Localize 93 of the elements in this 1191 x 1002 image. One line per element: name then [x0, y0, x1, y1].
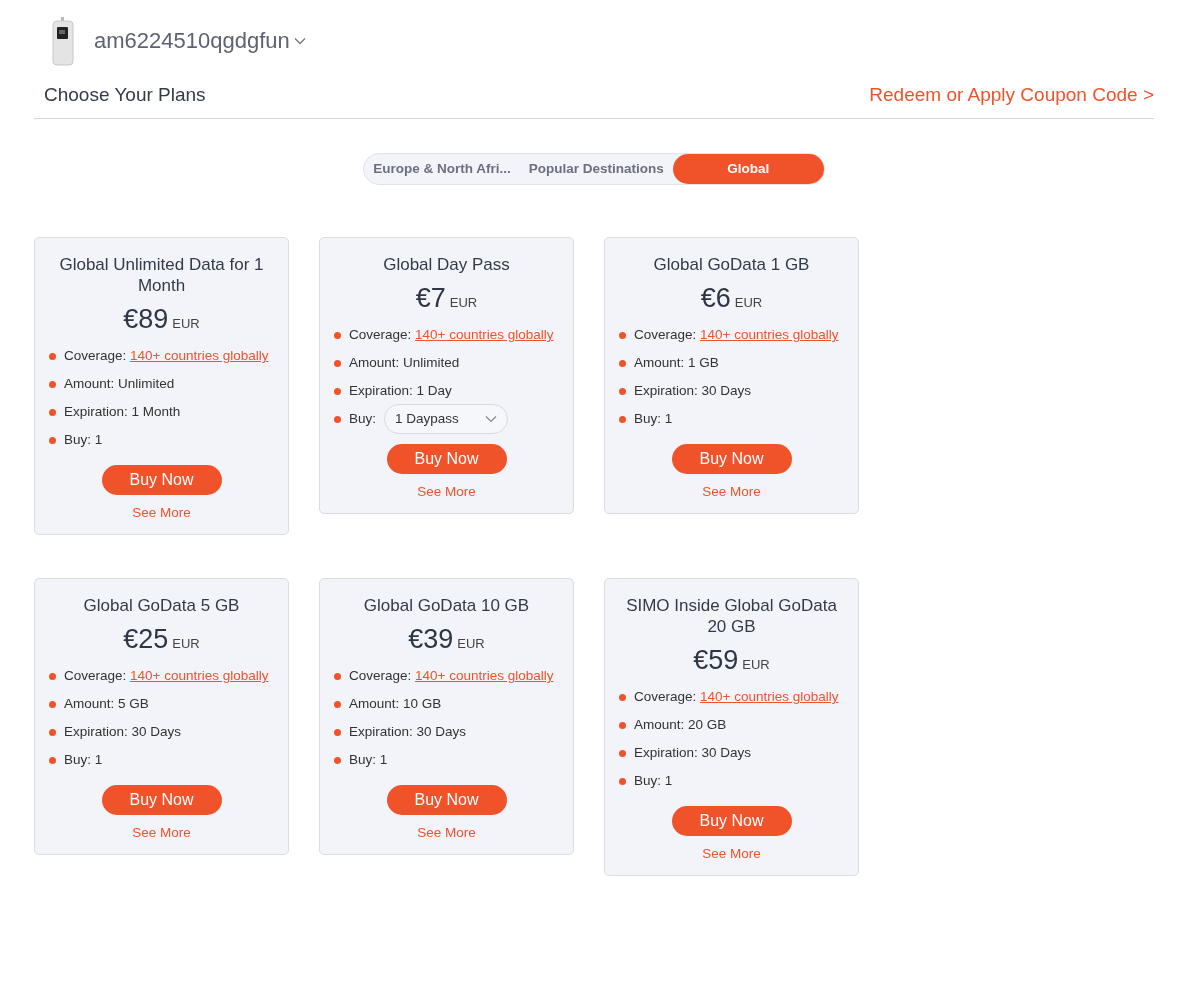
bullet-icon — [49, 673, 56, 680]
plan-detail: Expiration: 30 Days — [349, 723, 467, 741]
plan-title: Global GoData 5 GB — [82, 595, 241, 616]
coverage-link[interactable]: 140+ countries globally — [130, 668, 269, 683]
bullet-icon — [334, 701, 341, 708]
buy-now-button[interactable]: Buy Now — [386, 444, 507, 474]
plan-title: Global Day Pass — [382, 254, 511, 275]
buy-now-button[interactable]: Buy Now — [671, 444, 792, 474]
bullet-icon — [619, 722, 626, 729]
plan-detail: Amount: Unlimited — [64, 375, 175, 393]
chevron-down-icon — [485, 415, 497, 423]
plan-detail: Amount: 10 GB — [349, 695, 442, 713]
coverage-link[interactable]: 140+ countries globally — [130, 348, 269, 363]
bullet-icon — [334, 729, 341, 736]
coverage-text: Coverage: 140+ countries globally — [634, 326, 839, 344]
buy-now-button[interactable]: Buy Now — [101, 465, 222, 495]
plan-detail: Expiration: 1 Day — [349, 382, 452, 400]
see-more-link[interactable]: See More — [132, 505, 191, 520]
bullet-icon — [334, 360, 341, 367]
plan-price: €39 — [408, 624, 454, 655]
plan-detail: Buy: 1 — [64, 751, 103, 769]
device-selector[interactable]: am6224510qgdgfun — [94, 28, 306, 54]
plan-detail: Buy: 1 — [634, 410, 673, 428]
chevron-down-icon — [293, 37, 306, 45]
bullet-icon — [619, 360, 626, 367]
coupon-link[interactable]: Redeem or Apply Coupon Code > — [869, 84, 1154, 106]
see-more-link[interactable]: See More — [417, 484, 476, 499]
bullet-icon — [334, 388, 341, 395]
plan-detail: Buy: 1 — [634, 772, 673, 790]
coverage-text: Coverage: 140+ countries globally — [634, 688, 839, 706]
bullet-icon — [334, 332, 341, 339]
bullet-icon — [49, 437, 56, 444]
bullet-icon — [49, 729, 56, 736]
coverage-text: Coverage: 140+ countries globally — [349, 326, 554, 344]
plan-detail: Expiration: 30 Days — [64, 723, 182, 741]
bullet-icon — [334, 673, 341, 680]
buy-now-button[interactable]: Buy Now — [671, 806, 792, 836]
bullet-icon — [619, 388, 626, 395]
plan-title: Global GoData 1 GB — [652, 254, 811, 275]
bullet-icon — [49, 381, 56, 388]
buy-now-button[interactable]: Buy Now — [386, 785, 507, 815]
plan-title: Global GoData 10 GB — [362, 595, 531, 616]
bullet-icon — [619, 750, 626, 757]
buy-label: Buy: — [349, 410, 376, 428]
region-tab[interactable]: Popular Destinations — [519, 154, 673, 184]
plan-detail: Buy: 1 — [64, 431, 103, 449]
bullet-icon — [619, 694, 626, 701]
plan-detail: Expiration: 30 Days — [634, 744, 752, 762]
plan-detail: Amount: 5 GB — [64, 695, 149, 713]
see-more-link[interactable]: See More — [417, 825, 476, 840]
plan-detail: Expiration: 30 Days — [634, 382, 752, 400]
coverage-link[interactable]: 140+ countries globally — [700, 327, 839, 342]
plan-price: €89 — [123, 304, 169, 335]
plan-detail: Buy: 1 — [349, 751, 388, 769]
coverage-text: Coverage: 140+ countries globally — [64, 667, 269, 685]
plan-detail: Expiration: 1 Month — [64, 403, 181, 421]
plan-price: €6 — [700, 283, 731, 314]
see-more-link[interactable]: See More — [702, 846, 761, 861]
plan-title: Global Unlimited Data for 1 Month — [58, 254, 265, 296]
see-more-link[interactable]: See More — [702, 484, 761, 499]
bullet-icon — [49, 757, 56, 764]
see-more-link[interactable]: See More — [132, 825, 191, 840]
currency-label: EUR — [172, 636, 200, 651]
coverage-link[interactable]: 140+ countries globally — [700, 689, 839, 704]
currency-label: EUR — [449, 295, 478, 310]
region-tab[interactable]: Global — [672, 154, 824, 184]
coverage-link[interactable]: 140+ countries globally — [415, 668, 554, 683]
coverage-text: Coverage: 140+ countries globally — [349, 667, 554, 685]
bullet-icon — [619, 778, 626, 785]
bullet-icon — [49, 353, 56, 360]
plan-price: €25 — [123, 624, 169, 655]
plan-detail: Amount: 20 GB — [634, 716, 727, 734]
plan-detail: Amount: Unlimited — [349, 354, 460, 372]
section-title: Choose Your Plans — [44, 84, 206, 106]
coverage-link[interactable]: 140+ countries globally — [415, 327, 554, 342]
currency-label: EUR — [734, 295, 763, 310]
bullet-icon — [334, 757, 341, 764]
currency-label: EUR — [457, 636, 485, 651]
region-tab[interactable]: Europe & North Afri... — [364, 154, 520, 184]
bullet-icon — [619, 416, 626, 423]
bullet-icon — [49, 701, 56, 708]
plan-price: €59 — [693, 645, 739, 676]
bullet-icon — [49, 409, 56, 416]
bullet-icon — [619, 332, 626, 339]
coverage-text: Coverage: 140+ countries globally — [64, 347, 269, 365]
currency-label: EUR — [172, 316, 200, 331]
plan-detail: Amount: 1 GB — [634, 354, 719, 372]
buy-now-button[interactable]: Buy Now — [101, 785, 222, 815]
currency-label: EUR — [742, 657, 770, 672]
plan-title: SIMO Inside Global GoData 20 GB — [625, 595, 838, 637]
quantity-dropdown[interactable]: 1 Daypass — [384, 404, 508, 434]
plan-price: €7 — [415, 283, 446, 314]
bullet-icon — [334, 416, 341, 423]
